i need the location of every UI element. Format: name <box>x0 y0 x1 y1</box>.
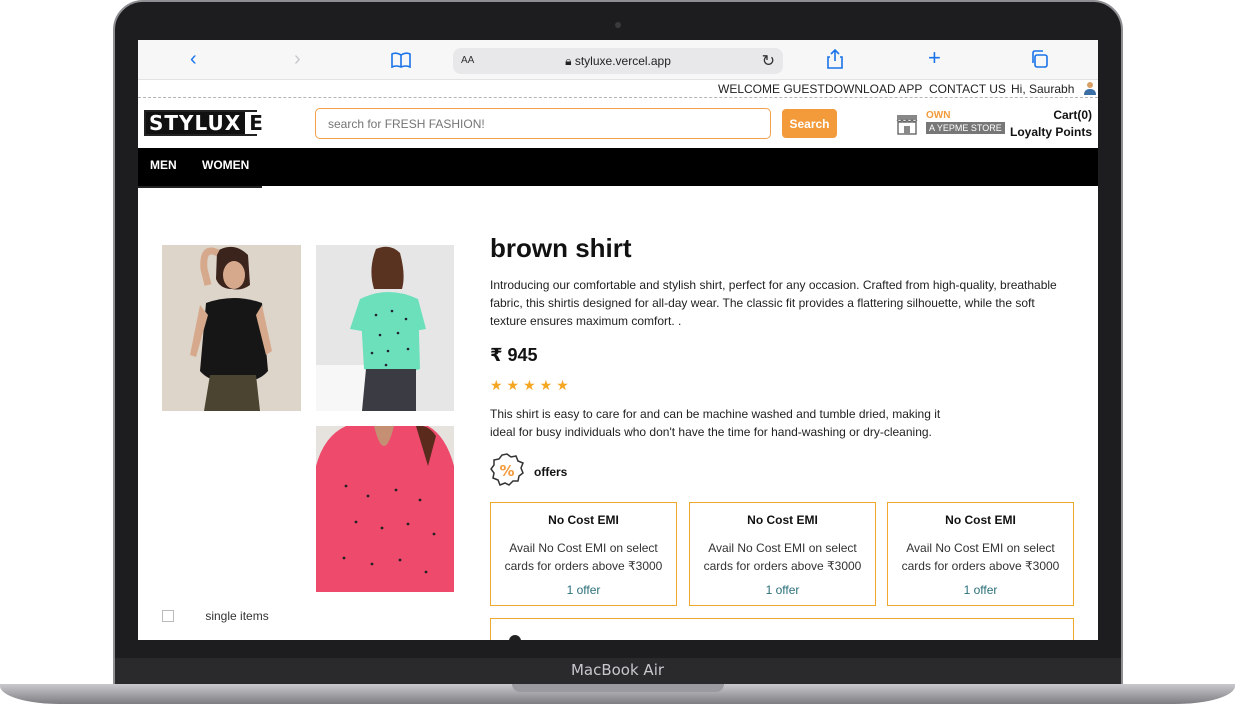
offer-card-1[interactable]: No Cost EMI Avail No Cost EMI on select … <box>490 502 677 606</box>
cart-link[interactable]: Cart(0) <box>1010 107 1092 124</box>
bookmarks-icon[interactable] <box>391 52 411 73</box>
offer-card-desc: Avail No Cost EMI on select cards for or… <box>504 541 663 573</box>
url-value: styluxe.vercel.app <box>574 54 671 68</box>
device-label: MacBook Air <box>570 661 665 679</box>
back-icon[interactable]: ‹ <box>190 49 197 69</box>
download-app-link[interactable]: DOWNLOAD APP <box>825 82 922 96</box>
nav-item-men[interactable]: MEN <box>150 158 177 172</box>
care-description: This shirt is easy to care for and can b… <box>490 407 941 439</box>
camera-icon <box>615 22 621 28</box>
offer-card-count-link[interactable]: 1 offer <box>690 583 875 597</box>
offers-label: offers <box>534 465 568 479</box>
offer-card-title: No Cost EMI <box>945 513 1016 527</box>
nav-item-women[interactable]: WOMEN <box>202 158 249 172</box>
store-icon[interactable] <box>896 113 918 135</box>
single-items-image: single items <box>162 609 269 623</box>
offer-card-2[interactable]: No Cost EMI Avail No Cost EMI on select … <box>689 502 876 606</box>
user-greeting[interactable]: Hi, Saurabh <box>1011 82 1074 96</box>
browser-toolbar: ‹ › AA 🔒︎ styluxe.vercel.app ↻ + <box>138 40 1098 80</box>
offer-card-desc: Avail No Cost EMI on select cards for or… <box>703 541 862 573</box>
offer-card-count-link[interactable]: 1 offer <box>888 583 1073 597</box>
product-image-2[interactable] <box>316 245 454 411</box>
offer-card-3[interactable]: No Cost EMI Avail No Cost EMI on select … <box>887 502 1074 606</box>
reload-icon[interactable]: ↻ <box>762 51 775 71</box>
info-icon <box>509 635 521 640</box>
offer-card-count-link[interactable]: 1 offer <box>491 583 676 597</box>
site-header: STYLUX E Search OWN A YEPME STORE Cart(0… <box>138 98 1098 148</box>
nav-underline <box>138 186 262 188</box>
screen: ‹ › AA 🔒︎ styluxe.vercel.app ↻ + WELCOME… <box>138 40 1098 640</box>
user-icon[interactable] <box>1084 81 1096 95</box>
forward-icon[interactable]: › <box>294 49 301 69</box>
url-text: 🔒︎ styluxe.vercel.app <box>453 54 783 69</box>
product-title: brown shirt <box>490 233 632 263</box>
product-image-1[interactable] <box>162 245 301 411</box>
top-links-bar: WELCOME GUEST DOWNLOAD APP CONTACT US Hi… <box>138 80 1098 98</box>
single-items-alt-text: single items <box>205 609 269 623</box>
logo-text: STYLUX <box>149 111 242 135</box>
logo-letter: E <box>245 112 267 134</box>
yepme-store-label[interactable]: A YEPME STORE <box>926 122 1005 134</box>
rating-stars: ★★★★★ <box>490 377 573 393</box>
product-description: Introducing our comfortable and stylish … <box>490 278 1057 328</box>
search-button[interactable]: Search <box>782 109 837 138</box>
offer-card-title: No Cost EMI <box>747 513 818 527</box>
offers-badge-icon: % <box>490 453 524 487</box>
search-input[interactable] <box>315 108 771 139</box>
site-logo[interactable]: STYLUX E <box>144 110 267 136</box>
laptop-notch <box>512 684 724 692</box>
loyalty-points-link[interactable]: Loyalty Points <box>1010 124 1092 141</box>
product-image-3[interactable] <box>316 426 454 592</box>
lock-icon: 🔒︎ <box>565 54 572 68</box>
macbook-mockup: MacBook Air ‹ › AA 🔒︎ styluxe.vercel.app… <box>0 0 1235 710</box>
new-tab-icon[interactable]: + <box>928 47 941 69</box>
share-icon[interactable] <box>826 48 844 74</box>
offer-card-title: No Cost EMI <box>548 513 619 527</box>
category-nav: MEN WOMEN <box>138 148 1098 186</box>
additional-info-card <box>490 618 1074 640</box>
tabs-icon[interactable] <box>1030 50 1048 73</box>
contact-us-link[interactable]: CONTACT US <box>929 82 1006 96</box>
welcome-link[interactable]: WELCOME GUEST <box>718 82 825 96</box>
product-price: ₹ 945 <box>490 345 538 365</box>
own-store-label[interactable]: OWN <box>926 110 950 121</box>
address-bar[interactable]: AA 🔒︎ styluxe.vercel.app ↻ <box>453 48 783 74</box>
broken-image-icon <box>162 610 174 622</box>
cart-block[interactable]: Cart(0) Loyalty Points <box>1010 107 1092 141</box>
offer-card-desc: Avail No Cost EMI on select cards for or… <box>901 541 1060 573</box>
offers-percent: % <box>499 462 514 480</box>
